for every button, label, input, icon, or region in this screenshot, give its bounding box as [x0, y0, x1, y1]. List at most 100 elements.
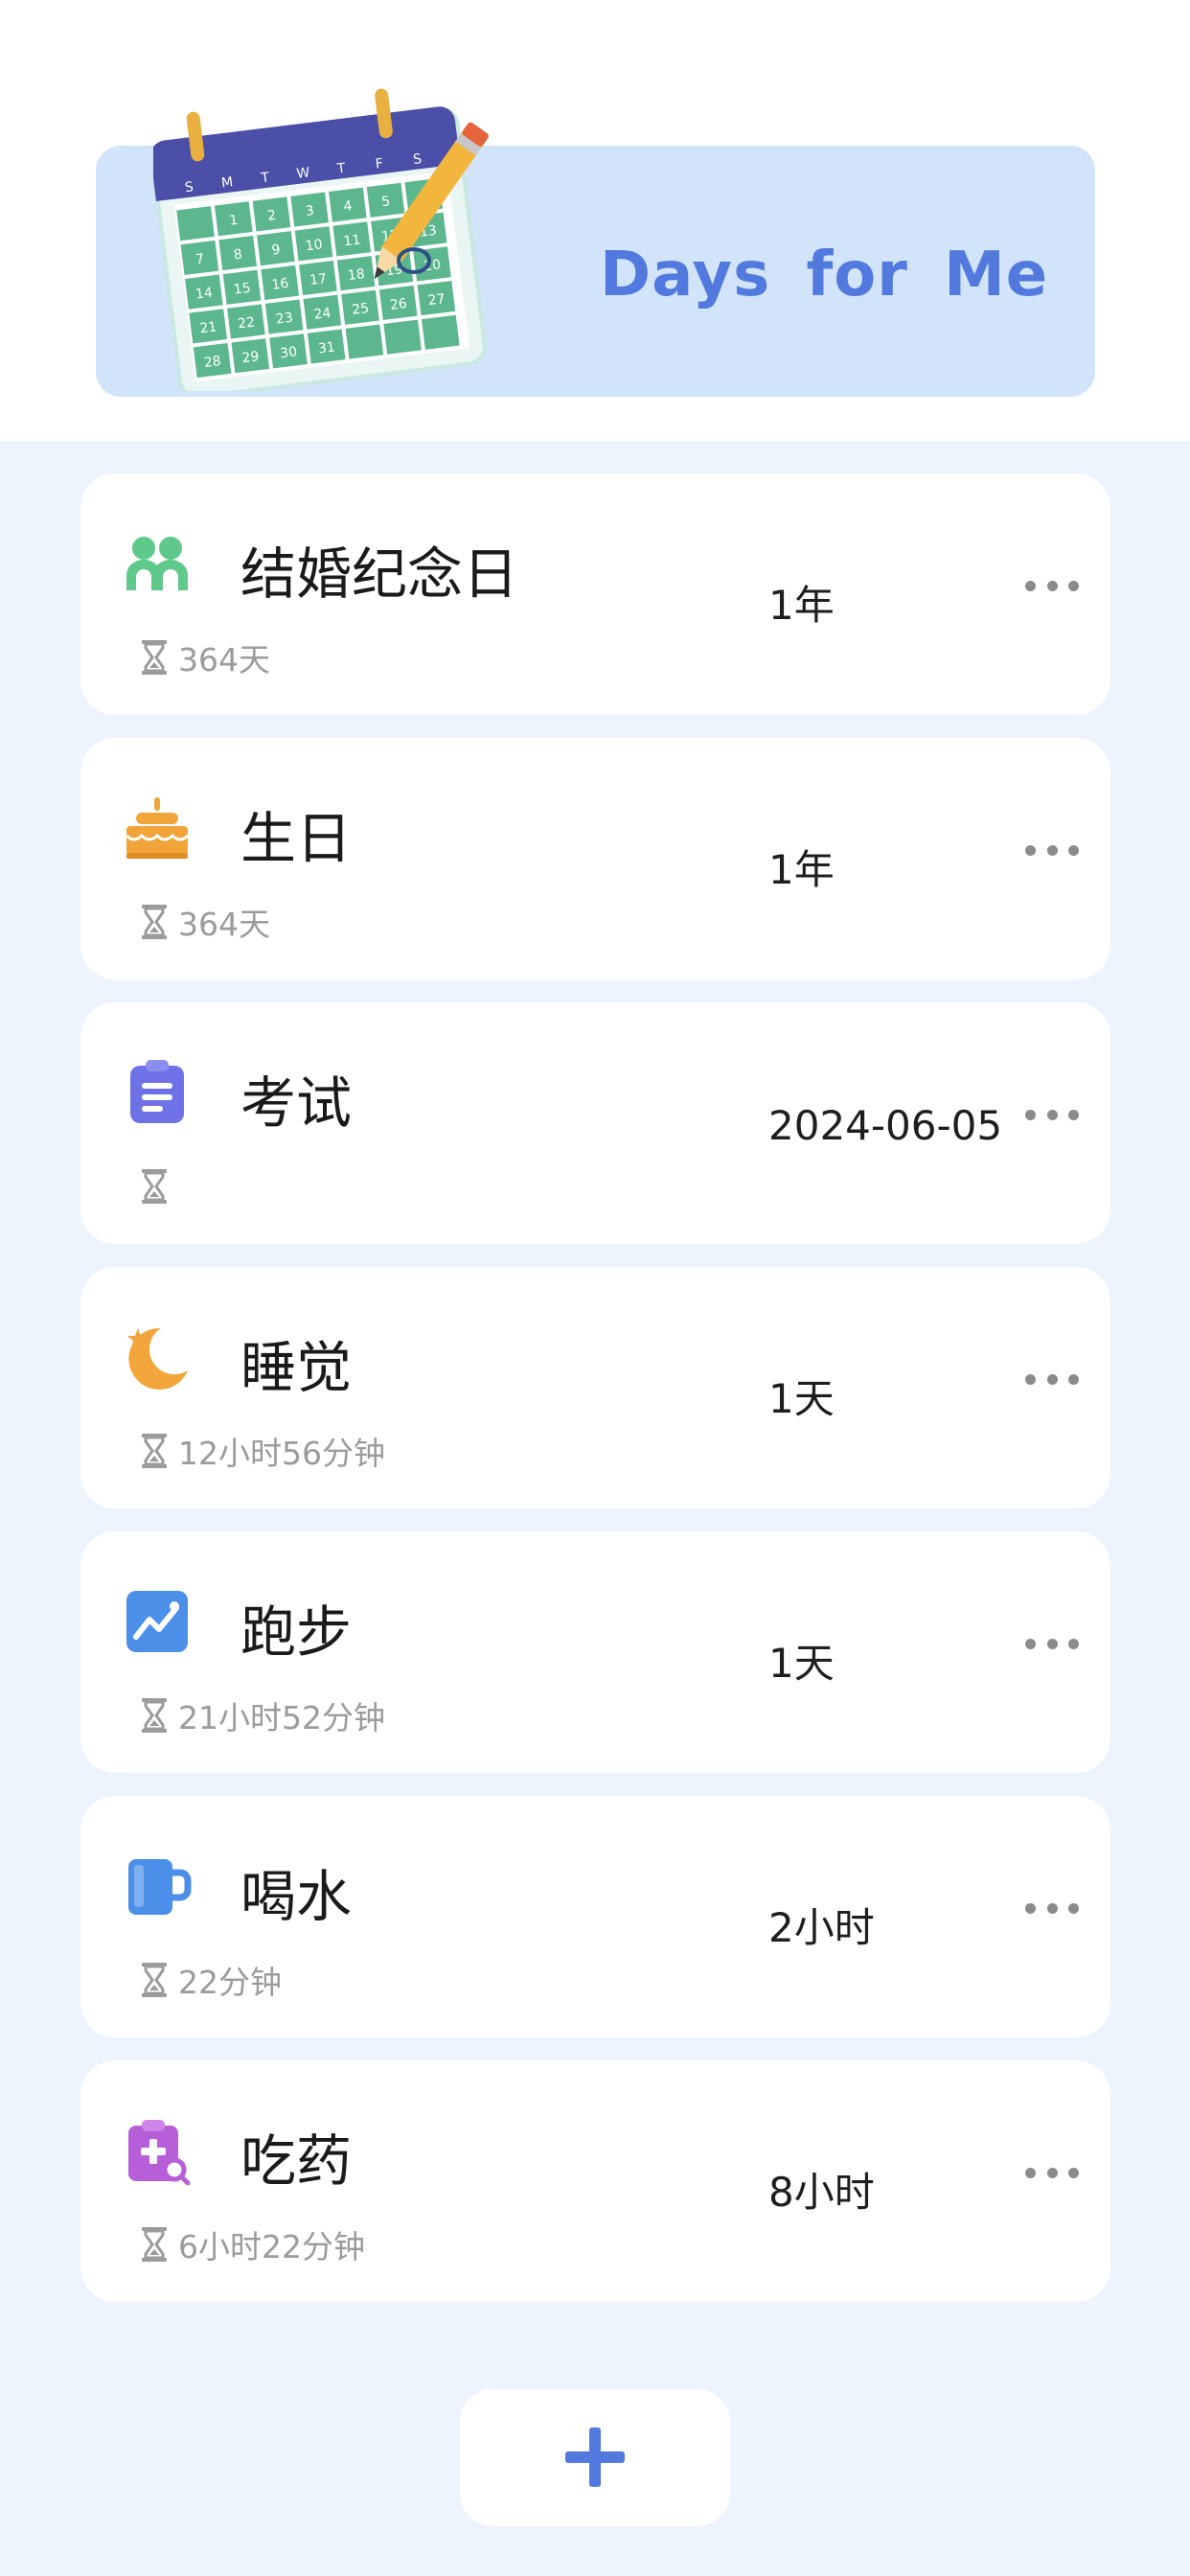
calendar-day: 18 [336, 256, 376, 291]
event-interval: 1天 [768, 1640, 835, 1687]
svg-text:30: 30 [279, 344, 298, 361]
calendar-day: 14 [184, 274, 223, 310]
calendar-day: 28 [193, 343, 232, 379]
elapsed-row: 12小时56分钟 [140, 1432, 385, 1472]
more-options-icon[interactable] [1025, 1896, 1079, 1920]
event-title: 吃药 [240, 2128, 353, 2194]
svg-text:22: 22 [237, 314, 256, 332]
svg-text:18: 18 [347, 266, 366, 284]
more-options-icon[interactable] [1025, 838, 1079, 862]
event-card[interactable]: 睡觉 12小时56分钟 1天 [80, 1267, 1110, 1508]
svg-text:14: 14 [195, 286, 214, 303]
event-card[interactable]: 喝水 22分钟 2小时 [80, 1796, 1110, 2037]
svg-text:25: 25 [351, 301, 370, 318]
elapsed-row: 21小时52分钟 [140, 1696, 385, 1736]
clipboard-icon [123, 1058, 192, 1127]
svg-text:23: 23 [275, 310, 294, 328]
svg-text:29: 29 [241, 349, 261, 366]
more-options-icon[interactable] [1025, 1102, 1079, 1127]
calendar-day: 8 [218, 235, 257, 271]
calendar-day: 21 [189, 309, 228, 344]
calendar-day: 9 [257, 231, 295, 266]
mug-icon [123, 1852, 192, 1920]
more-options-icon[interactable] [1025, 573, 1079, 598]
elapsed-row [140, 1167, 178, 1206]
event-interval: 8小时 [768, 2169, 875, 2216]
svg-text:21: 21 [199, 319, 218, 336]
elapsed-row: 22分钟 [140, 1961, 282, 2001]
svg-text:11: 11 [343, 232, 362, 249]
event-interval: 1年 [768, 846, 835, 893]
calendar-day [383, 319, 422, 355]
calendar-day: 26 [378, 285, 418, 321]
calendar-day: 7 [180, 240, 219, 275]
elapsed-text: 6小时22分钟 [178, 2228, 365, 2266]
calendar-day: 24 [303, 294, 342, 330]
event-card[interactable]: 跑步 21小时52分钟 1天 [80, 1531, 1110, 1773]
event-title: 结婚纪念日 [240, 541, 519, 607]
calendar-day: 2 [252, 196, 291, 232]
event-card[interactable]: 结婚纪念日 364天 1年 [80, 473, 1110, 715]
calendar-day [421, 314, 460, 350]
event-card[interactable]: 吃药 6小时22分钟 8小时 [80, 2060, 1110, 2302]
event-interval: 2小时 [768, 1904, 875, 1951]
svg-text:15: 15 [233, 281, 252, 298]
couple-icon [123, 529, 192, 598]
event-card[interactable]: 生日 364天 1年 [80, 738, 1110, 979]
event-title: 跑步 [240, 1599, 353, 1665]
event-interval: 1天 [768, 1375, 835, 1422]
event-interval: 2024-06-05 [768, 1102, 1003, 1149]
svg-text:24: 24 [313, 306, 332, 323]
calendar-day: 11 [332, 221, 372, 257]
calendar-day: 3 [290, 192, 329, 227]
svg-text:28: 28 [203, 354, 222, 371]
calendar-day: 5 [366, 182, 405, 218]
svg-text:27: 27 [427, 291, 446, 309]
calendar-day: 17 [299, 260, 337, 296]
more-options-icon[interactable] [1025, 2160, 1079, 2185]
elapsed-text: 12小时56分钟 [178, 1435, 385, 1472]
calendar-day: 29 [231, 338, 270, 374]
chart-icon [123, 1587, 192, 1656]
calendar-day: 1 [214, 201, 253, 237]
svg-text:16: 16 [271, 276, 290, 293]
svg-text:26: 26 [389, 296, 408, 313]
calendar-weekday: W [296, 165, 311, 182]
cake-icon [123, 794, 192, 862]
more-options-icon[interactable] [1025, 1631, 1079, 1656]
hourglass-icon [140, 904, 169, 940]
calendar-day: 15 [222, 269, 262, 305]
calendar-weekday: M [220, 174, 234, 191]
plus-icon [565, 2427, 625, 2487]
calendar-day: 31 [307, 329, 346, 364]
calendar-day: 23 [264, 299, 304, 334]
event-list: 结婚纪念日 364天 1年 生日 364天 1年 考试 2024-06-05 睡觉 12小时56分… [80, 473, 1110, 2325]
calendar-day: 22 [227, 304, 265, 339]
svg-text:31: 31 [317, 339, 336, 356]
hourglass-icon [140, 1433, 169, 1469]
hourglass-icon [140, 1962, 169, 1998]
hourglass-icon [140, 2226, 169, 2263]
elapsed-row: 6小时22分钟 [140, 2225, 365, 2266]
more-options-icon[interactable] [1025, 1367, 1079, 1392]
elapsed-row: 364天 [140, 638, 270, 678]
hourglass-icon [140, 1168, 169, 1205]
elapsed-text: 21小时52分钟 [178, 1699, 385, 1736]
calendar-day: 27 [417, 281, 456, 316]
elapsed-text: 364天 [178, 641, 270, 678]
event-interval: 1年 [768, 582, 835, 629]
calendar-day: 25 [341, 289, 379, 325]
medicine-icon [123, 2116, 192, 2186]
elapsed-row: 364天 [140, 903, 270, 943]
elapsed-text: 364天 [178, 906, 270, 943]
calendar-day: 16 [261, 264, 300, 300]
app-title: Days for Me [600, 240, 1049, 310]
hourglass-icon [140, 639, 169, 676]
add-event-button[interactable] [460, 2389, 730, 2526]
event-title: 睡觉 [240, 1335, 353, 1400]
elapsed-text: 22分钟 [178, 1964, 282, 2001]
event-title: 喝水 [240, 1864, 353, 1929]
calendar-day [345, 324, 384, 359]
event-card[interactable]: 考试 2024-06-05 [80, 1002, 1110, 1244]
calendar-day: 10 [294, 226, 333, 262]
